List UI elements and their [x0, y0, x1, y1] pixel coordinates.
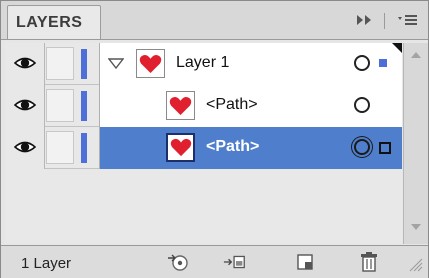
path-name: <Path> [206, 138, 260, 155]
scroll-down-arrow-icon[interactable] [411, 224, 421, 230]
layers-panel: LAYERS Layer 1 <Path> <Path> 1 Layer [0, 0, 429, 278]
lock-toggle[interactable] [46, 89, 74, 122]
locate-object-icon[interactable] [167, 251, 191, 273]
layer-color-swatch [81, 49, 87, 79]
layer-color-swatch [81, 91, 87, 121]
heart-icon [139, 54, 162, 73]
heart-icon [170, 138, 191, 157]
layers-list: Layer 1 <Path> <Path> [5, 43, 402, 244]
target-circle-icon[interactable] [354, 55, 370, 71]
panel-footer: 1 Layer [1, 245, 428, 278]
double-arrow-icon[interactable] [355, 13, 375, 30]
path-thumbnail [166, 91, 195, 120]
scroll-up-arrow-icon[interactable] [411, 52, 421, 58]
resize-grip-icon[interactable] [409, 258, 423, 272]
selection-indicator[interactable] [379, 59, 387, 67]
targeted-circle-icon[interactable] [354, 139, 370, 155]
scrollbar[interactable] [403, 43, 428, 244]
disclosure-triangle-icon[interactable] [108, 58, 124, 70]
layer-thumbnail [136, 49, 165, 78]
path-thumbnail [166, 133, 195, 162]
selection-indicator[interactable] [379, 142, 391, 154]
delete-icon[interactable] [357, 251, 381, 273]
visibility-toggle[interactable] [5, 85, 45, 127]
visibility-toggle[interactable] [5, 43, 45, 85]
eye-icon [14, 99, 36, 111]
layer-row-path-2[interactable]: <Path> [5, 127, 402, 169]
current-layer-indicator-icon [392, 43, 402, 53]
layer-row-content[interactable]: <Path> [100, 85, 402, 127]
panel-titlebar: LAYERS [1, 1, 428, 40]
layer-color-swatch [81, 133, 87, 163]
titlebar-separator [384, 13, 385, 29]
target-circle-icon[interactable] [354, 97, 370, 113]
layer-count: 1 Layer [21, 255, 72, 272]
lock-toggle[interactable] [46, 131, 74, 164]
make-clipping-mask-icon[interactable] [223, 251, 247, 273]
panel-menu-icon[interactable] [397, 12, 419, 31]
layer-row-content-selected[interactable]: <Path> [100, 127, 402, 169]
lock-toggle[interactable] [46, 47, 74, 80]
layer-row-path-1[interactable]: <Path> [5, 85, 402, 127]
layer-row-content[interactable]: Layer 1 [100, 43, 402, 85]
layer-row-layer-1[interactable]: Layer 1 [5, 43, 402, 85]
tab-layers[interactable]: LAYERS [7, 5, 101, 39]
layer-name: Layer 1 [176, 54, 230, 71]
path-name: <Path> [206, 96, 258, 113]
tab-layers-label: LAYERS [16, 14, 83, 31]
eye-icon [14, 141, 36, 153]
new-sublayer-icon[interactable] [293, 251, 317, 273]
heart-icon [169, 96, 192, 115]
visibility-toggle[interactable] [5, 127, 45, 169]
eye-icon [14, 57, 36, 69]
